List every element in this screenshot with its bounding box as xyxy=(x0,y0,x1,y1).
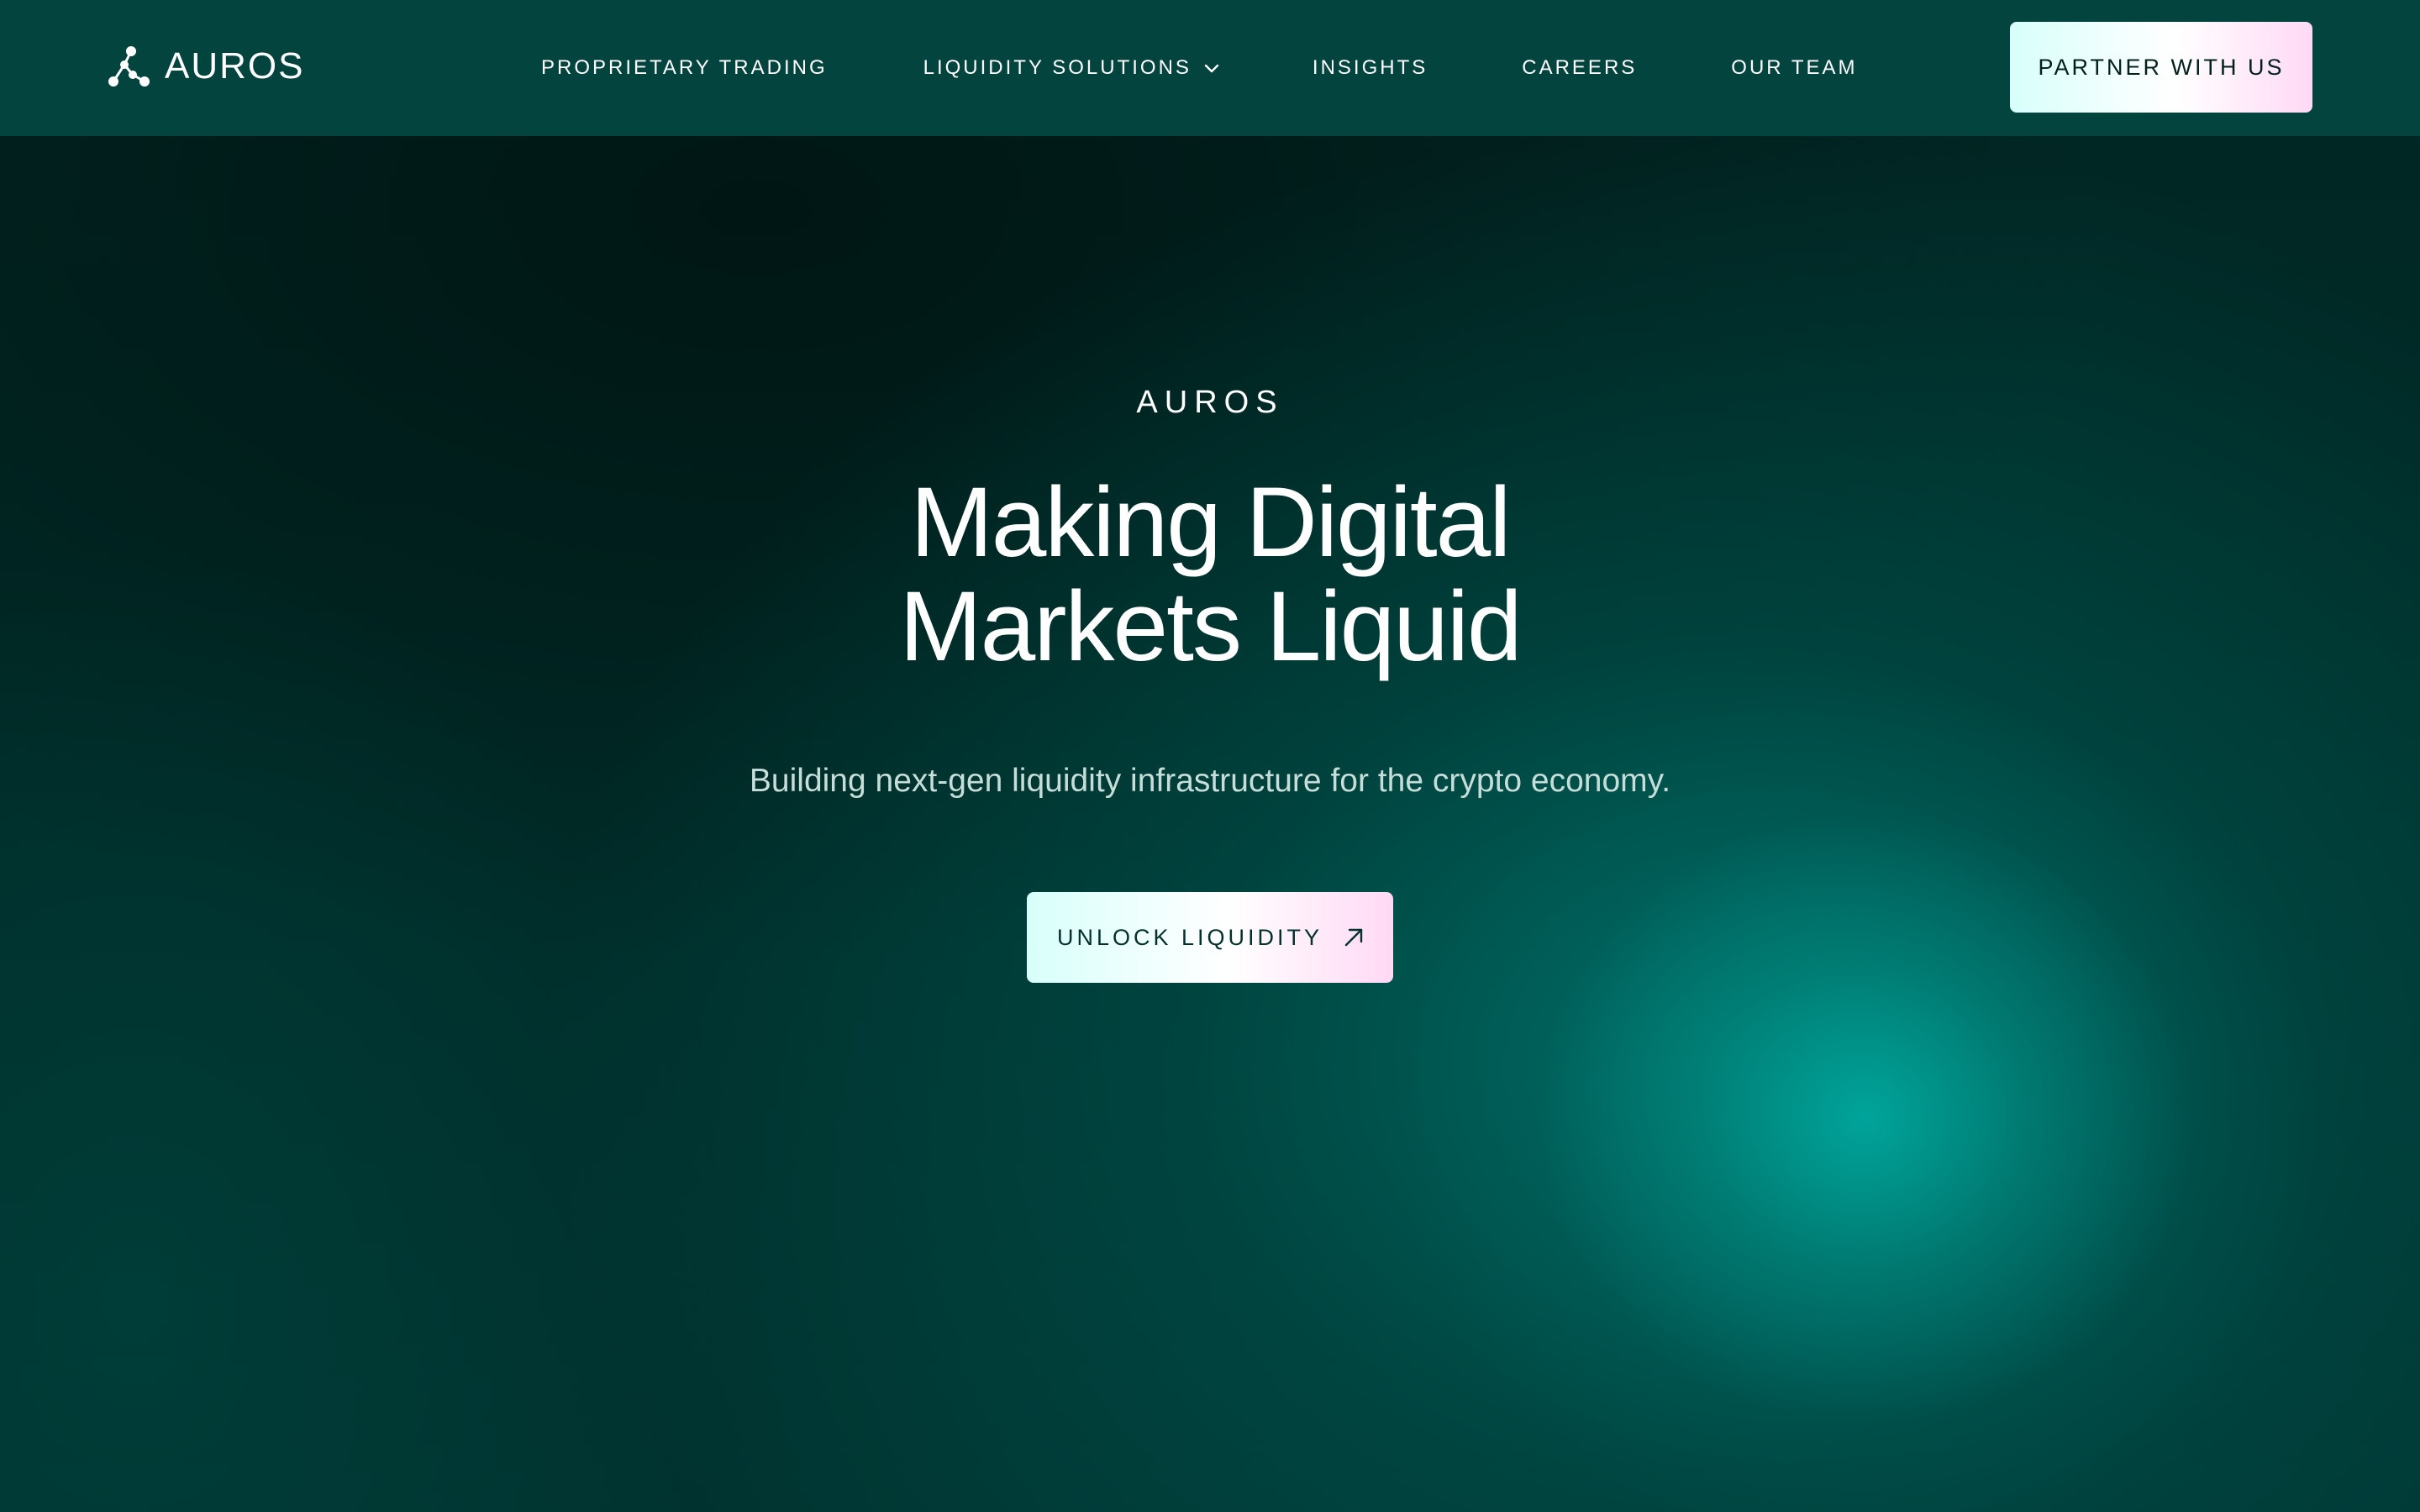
brand-wordmark: AUROS xyxy=(165,45,305,87)
top-nav: AUROS PROPRIETARY TRADING LIQUIDITY SOLU… xyxy=(0,0,2420,136)
nav-item-insights[interactable]: INSIGHTS xyxy=(1313,56,1428,80)
page: AUROS PROPRIETARY TRADING LIQUIDITY SOLU… xyxy=(0,0,2420,1512)
hero-headline: Making Digital Markets Liquid xyxy=(0,470,2420,679)
nav-item-label: PROPRIETARY TRADING xyxy=(541,56,828,79)
nav-item-liquidity-solutions[interactable]: LIQUIDITY SOLUTIONS xyxy=(923,56,1220,80)
nav-item-our-team[interactable]: OUR TEAM xyxy=(1731,56,1857,80)
hero-headline-line-2: Markets Liquid xyxy=(899,571,1522,682)
nav-item-proprietary-trading[interactable]: PROPRIETARY TRADING xyxy=(541,56,828,80)
brand-logo[interactable]: AUROS xyxy=(106,44,304,89)
auros-molecule-icon xyxy=(108,46,150,87)
nav-item-label: LIQUIDITY SOLUTIONS xyxy=(923,56,1192,79)
hero-section: AUROS Making Digital Markets Liquid Buil… xyxy=(0,136,2420,1512)
hero-headline-line-1: Making Digital xyxy=(910,467,1511,578)
partner-with-us-button[interactable]: PARTNER WITH US xyxy=(2010,22,2312,113)
nav-item-label: OUR TEAM xyxy=(1731,56,1858,79)
nav-item-label: CAREERS xyxy=(1522,56,1638,79)
primary-nav: PROPRIETARY TRADING LIQUIDITY SOLUTIONS … xyxy=(541,0,1858,136)
nav-item-label: INSIGHTS xyxy=(1312,56,1428,79)
hero-subheading: Building next-gen liquidity infrastructu… xyxy=(749,763,1671,799)
arrow-up-right-icon xyxy=(1344,928,1363,947)
unlock-liquidity-button[interactable]: UNLOCK LIQUIDITY xyxy=(1027,892,1393,983)
cta-label: UNLOCK LIQUIDITY xyxy=(1057,924,1323,950)
chevron-down-icon xyxy=(1204,64,1219,73)
hero-eyebrow: AUROS xyxy=(1136,385,1284,420)
nav-item-careers[interactable]: CAREERS xyxy=(1522,56,1637,80)
